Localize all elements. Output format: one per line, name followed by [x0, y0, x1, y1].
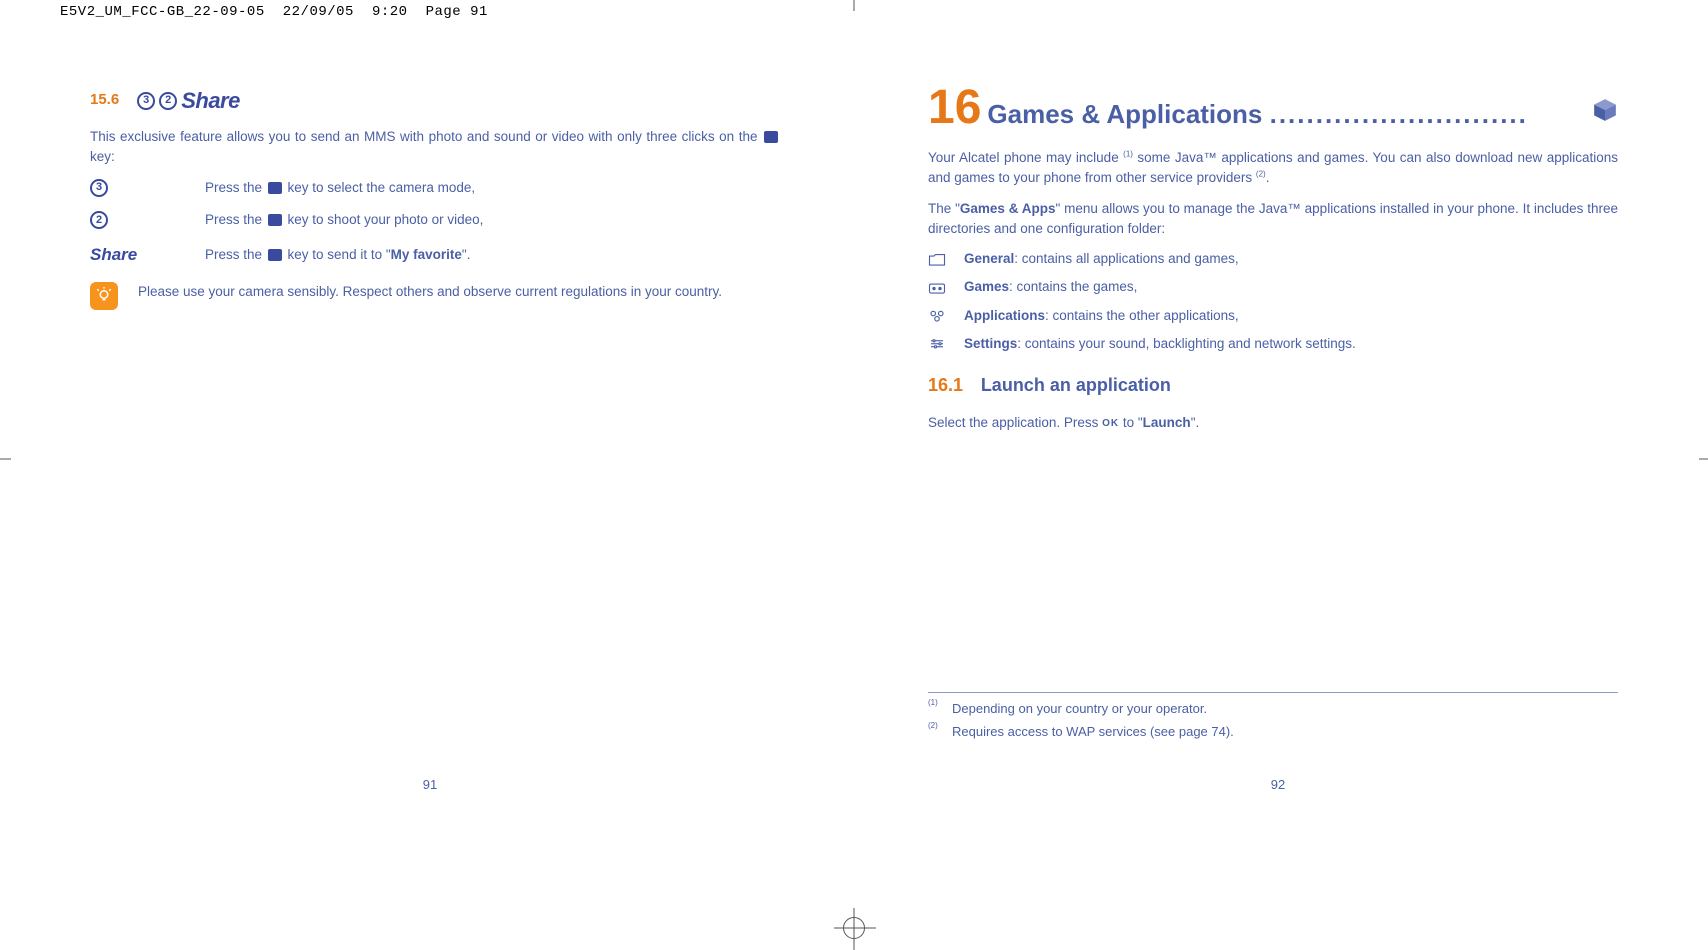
section-number: 15.6 — [90, 89, 119, 112]
camera-key-icon — [268, 249, 282, 261]
subsection-number: 16.1 — [928, 375, 963, 395]
dir-games: Games: contains the games, — [928, 277, 1618, 297]
share-logo-3-icon: 3 — [137, 92, 155, 110]
subsection-header: 16.1 Launch an application — [928, 372, 1618, 399]
print-header: E5V2_UM_FCC-GB_22-09-05 22/09/05 9:20 Pa… — [0, 0, 488, 24]
step3-text: Press the key to send it to "My favorite… — [205, 245, 470, 265]
step1-icon: 3 — [90, 179, 150, 197]
step-row-3: Share Press the key to send it to "My fa… — [90, 242, 780, 268]
camera-key-icon — [764, 131, 778, 143]
subsection-title: Launch an application — [981, 375, 1171, 395]
registration-mark-bottom — [843, 917, 865, 939]
launch-text: Select the application. Press OK to "Lau… — [928, 413, 1618, 433]
header-filename: E5V2_UM_FCC-GB_22-09-05 — [60, 4, 265, 20]
footnote-2: (2) Requires access to WAP services (see… — [928, 722, 1618, 742]
step2-icon: 2 — [90, 211, 150, 229]
step1-text: Press the key to select the camera mode, — [205, 178, 475, 198]
share-logo-2-icon: 2 — [159, 92, 177, 110]
header-date: 22/09/05 — [283, 4, 354, 20]
games-icon — [928, 280, 946, 294]
tip-lightbulb-icon — [90, 282, 118, 310]
page-right: 16 Games & Applications ................… — [908, 44, 1648, 804]
share-logo-text: Share — [181, 84, 240, 117]
folder-icon — [928, 252, 946, 266]
camera-key-icon — [268, 182, 282, 194]
chapter-header: 16 Games & Applications ................… — [928, 84, 1618, 134]
intro-paragraph: This exclusive feature allows you to sen… — [90, 127, 780, 168]
step-row-1: 3 Press the key to select the camera mod… — [90, 178, 780, 198]
chapter-title: Games & Applications ...................… — [987, 95, 1586, 134]
dir-settings: Settings: contains your sound, backlight… — [928, 334, 1618, 354]
share-logo: 3 2 Share — [137, 84, 240, 117]
footnote-1: (1) Depending on your country or your op… — [928, 699, 1618, 719]
header-pageref: Page 91 — [426, 4, 488, 20]
step3-icon: Share — [90, 242, 150, 268]
footnotes: (1) Depending on your country or your op… — [928, 692, 1618, 744]
step2-text: Press the key to shoot your photo or vid… — [205, 210, 483, 230]
dir-general: General: contains all applications and g… — [928, 249, 1618, 269]
dir-applications: Applications: contains the other applica… — [928, 306, 1618, 326]
ok-key-icon: OK — [1102, 418, 1119, 429]
chapter-intro-1: Your Alcatel phone may include (1) some … — [928, 148, 1618, 189]
section-header: 15.6 3 2 Share — [90, 84, 780, 117]
page-number-right: 92 — [1271, 775, 1285, 795]
chapter-intro-2: The "Games & Apps" menu allows you to ma… — [928, 199, 1618, 240]
page-number-left: 91 — [423, 775, 437, 795]
header-time: 9:20 — [372, 4, 408, 20]
step-row-2: 2 Press the key to shoot your photo or v… — [90, 210, 780, 230]
applications-icon — [928, 309, 946, 323]
page-left: 15.6 3 2 Share This exclusive feature al… — [60, 44, 800, 804]
chapter-number: 16 — [928, 84, 981, 132]
settings-icon — [928, 337, 946, 351]
tip-text: Please use your camera sensibly. Respect… — [138, 282, 722, 302]
camera-key-icon — [268, 214, 282, 226]
applications-cube-icon — [1592, 97, 1618, 129]
tip-callout: Please use your camera sensibly. Respect… — [90, 282, 780, 310]
